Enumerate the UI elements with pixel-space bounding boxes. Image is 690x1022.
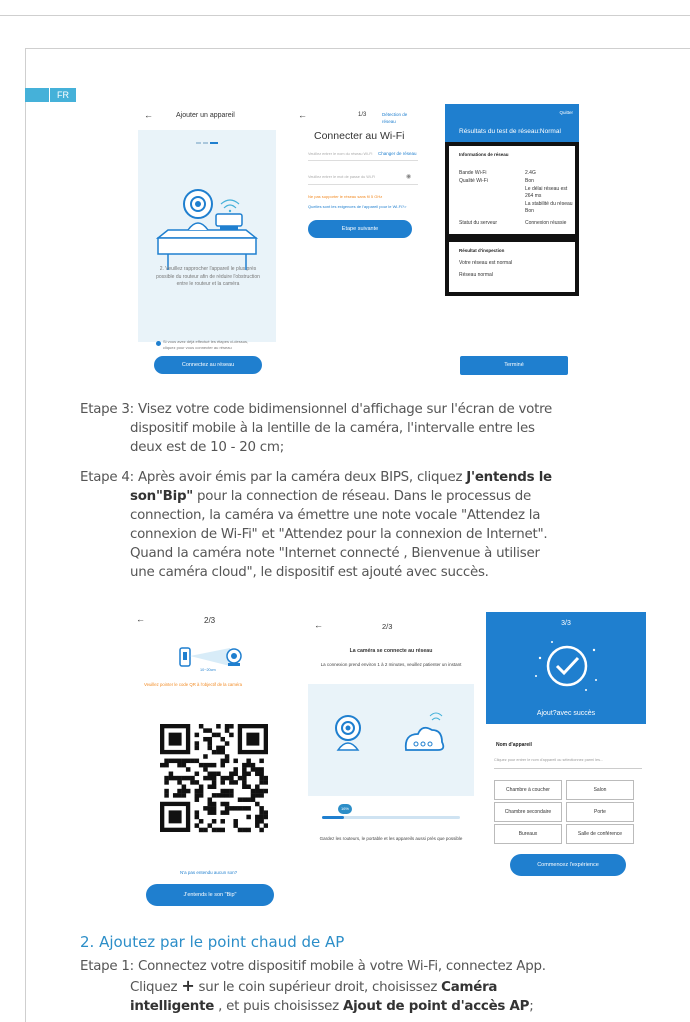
success-panel: 3/3 Ajout?avec succès	[486, 612, 646, 724]
password-input[interactable]: Veuillez entrer le mot de passe du Wi-Fi	[308, 175, 375, 181]
wifi-requirements-link[interactable]: Quelles sont les exigences de l'appareil…	[308, 204, 406, 210]
check-icon[interactable]	[156, 341, 161, 346]
back-arrow-icon[interactable]: ←	[136, 614, 145, 624]
progress-track	[322, 816, 460, 819]
row-label: Qualité Wi-Fi	[459, 178, 488, 184]
done-button[interactable]: Terminé	[460, 356, 568, 375]
check-circle-icon	[535, 641, 597, 691]
back-arrow-icon[interactable]: ←	[314, 620, 323, 630]
step4-paragraph: Etape 4: Après avoir émis par la caméra …	[80, 468, 552, 582]
bold-text: Caméra	[441, 980, 498, 995]
progress-fill	[322, 816, 345, 819]
step-text: Connectez votre dispositif mobile à votr…	[137, 959, 546, 974]
connect-illustration	[308, 684, 474, 796]
bold-text: J'entends le	[466, 470, 552, 485]
screen-success: 3/3 Ajout?avec succès Nom d'appareil Cli…	[486, 612, 646, 882]
step-indicator: 1/3	[358, 112, 367, 118]
lang-tag: FR	[50, 88, 76, 102]
inspect-line: Réseau normal	[459, 272, 493, 278]
row-label: Bande Wi-Fi	[459, 170, 487, 176]
row-value: Connexion réussie	[525, 220, 567, 226]
room-option[interactable]: Chambre secondaire	[494, 802, 562, 822]
step-text: ;	[529, 999, 534, 1014]
connecting-subtitle: La connexion prend environ 1 à 2 minutes…	[320, 662, 462, 667]
result-title: Résultats du test de réseau:Normal	[459, 128, 561, 135]
step-text: Après avoir émis par la caméra deux BIPS…	[137, 470, 467, 485]
row-value: 2.4G	[525, 170, 536, 176]
next-step-button[interactable]: Etape suivante	[308, 220, 412, 238]
row-value: Bon Le délai réseau est 264 ms La stabil…	[525, 178, 573, 214]
screen-connect-wifi: ← 1/3 Détection de réseau Connecter au W…	[298, 106, 420, 256]
step-text: deux est de 10 - 20 cm;	[130, 440, 284, 455]
plus-icon: +	[181, 976, 195, 995]
lang-bar	[25, 88, 49, 102]
previous-page-box	[0, 0, 690, 16]
screen-qr-code: ← 2/3 10~20cm Veuillez pointer le code Q…	[134, 610, 288, 910]
bold-text: Ajout de point d'accès AP	[342, 999, 530, 1014]
router-illustration	[138, 130, 276, 342]
row-label: Statut du serveur	[459, 220, 498, 226]
step-text: connexion de Wi-Fi" et "Attendez pour la…	[130, 527, 548, 542]
back-arrow-icon[interactable]: ←	[144, 110, 153, 120]
screen-add-device: ← Ajouter un appareil 2. Veuillez rappro…	[138, 106, 276, 378]
eye-icon[interactable]: ◉	[406, 173, 411, 180]
connecting-footer: Gardez les routeurs, le portable et les …	[319, 836, 463, 841]
inspection-card: Résultat d'inspection Votre réseau est n…	[445, 238, 579, 296]
room-option[interactable]: Salle de conférence	[566, 824, 634, 844]
step-text: une caméra cloud", le dispositif est ajo…	[130, 565, 489, 580]
step-text: Quand la caméra note "Internet connecté …	[130, 546, 540, 561]
change-network-link[interactable]: Changer de réseau	[378, 151, 417, 158]
connecting-title: La caméra se connecte au réseau	[349, 648, 433, 654]
screen-title: Ajouter un appareil	[176, 112, 235, 119]
step-text: Visez votre code bidimensionnel d'affich…	[137, 402, 553, 417]
check-text: Si vous avez déjà effectué les étapes ci…	[163, 339, 249, 350]
device-name-input[interactable]: Cliquez pour entrer le nom d'appareil ou…	[494, 758, 642, 769]
step-label: Etape 1:	[80, 959, 134, 974]
inspect-line: Votre réseau est normal	[459, 260, 513, 266]
step3-paragraph: Etape 3: Visez votre code bidimensionnel…	[80, 400, 552, 457]
step-indicator: 3/3	[561, 620, 571, 627]
back-arrow-icon[interactable]: ←	[298, 110, 307, 120]
inspect-title: Résultat d'inspection	[459, 248, 505, 253]
step-text: pour la connection de réseau. Dans le pr…	[193, 489, 531, 504]
distance-label: 10~20cm	[200, 668, 216, 672]
step-text: , et puis choisissez	[214, 999, 343, 1014]
instruction-text: 2. Veuillez rapprocher l'appareil le plu…	[156, 266, 260, 287]
start-experience-button[interactable]: Commencez l'expérience	[510, 854, 626, 876]
step-text: Cliquez	[130, 980, 182, 995]
device-name-label: Nom d'appareil	[496, 742, 532, 748]
bold-text: intelligente	[130, 999, 215, 1014]
network-detect-link[interactable]: Détection de réseau	[382, 112, 420, 126]
step-label: Etape 4:	[80, 470, 134, 485]
step-indicator: 2/3	[382, 622, 393, 631]
step1b-paragraph: Etape 1: Connectez votre dispositif mobi…	[80, 957, 546, 1016]
no-sound-link[interactable]: N'a pas entendu aucun son?	[180, 870, 237, 877]
step-indicator: 2/3	[204, 616, 216, 625]
room-option[interactable]: Chambre à coucher	[494, 780, 562, 800]
connect-network-button[interactable]: Connectez au réseau	[154, 356, 262, 374]
progress-badge: 16%	[338, 804, 352, 814]
ssid-input[interactable]: Veuillez entrer le nom du réseau Wi-Fi	[308, 152, 374, 158]
step-label: Etape 3:	[80, 402, 134, 417]
bold-text: son"Bip"	[130, 489, 194, 504]
success-text: Ajout?avec succès	[536, 710, 596, 717]
room-option[interactable]: Porte	[566, 802, 634, 822]
room-option[interactable]: Salon	[566, 780, 634, 800]
info-title: Informations de réseau	[459, 152, 509, 157]
quit-link[interactable]: Quitter	[559, 110, 573, 117]
network-info-card: Informations de réseau Bande Wi-Fi 2.4G …	[445, 142, 579, 238]
heard-beep-button[interactable]: J'entends le son "Bip"	[146, 884, 274, 906]
step-text: sur le coin supérieur droit, choisissez	[194, 980, 442, 995]
qr-hint: Veuillez pointer le code QR à l'objectif…	[144, 682, 243, 687]
step-text: connection, la caméra va émettre une not…	[130, 508, 541, 523]
screen-network-test: Quitter Résultats du test de réseau:Norm…	[445, 104, 579, 296]
section-title: 2. Ajoutez par le point chaud de AP	[80, 933, 345, 951]
warning-text: Ne pas supporter le réseau sans fil 5 GH…	[308, 194, 383, 199]
qr-code-image	[160, 724, 268, 833]
screen-title: Connecter au Wi-Fi	[314, 130, 405, 142]
step-text: dispositif mobile à la lentille de la ca…	[130, 421, 535, 436]
room-option[interactable]: Bureaux	[494, 824, 562, 844]
screen-connecting: ← 2/3 La caméra se connecte au réseau La…	[308, 614, 474, 860]
